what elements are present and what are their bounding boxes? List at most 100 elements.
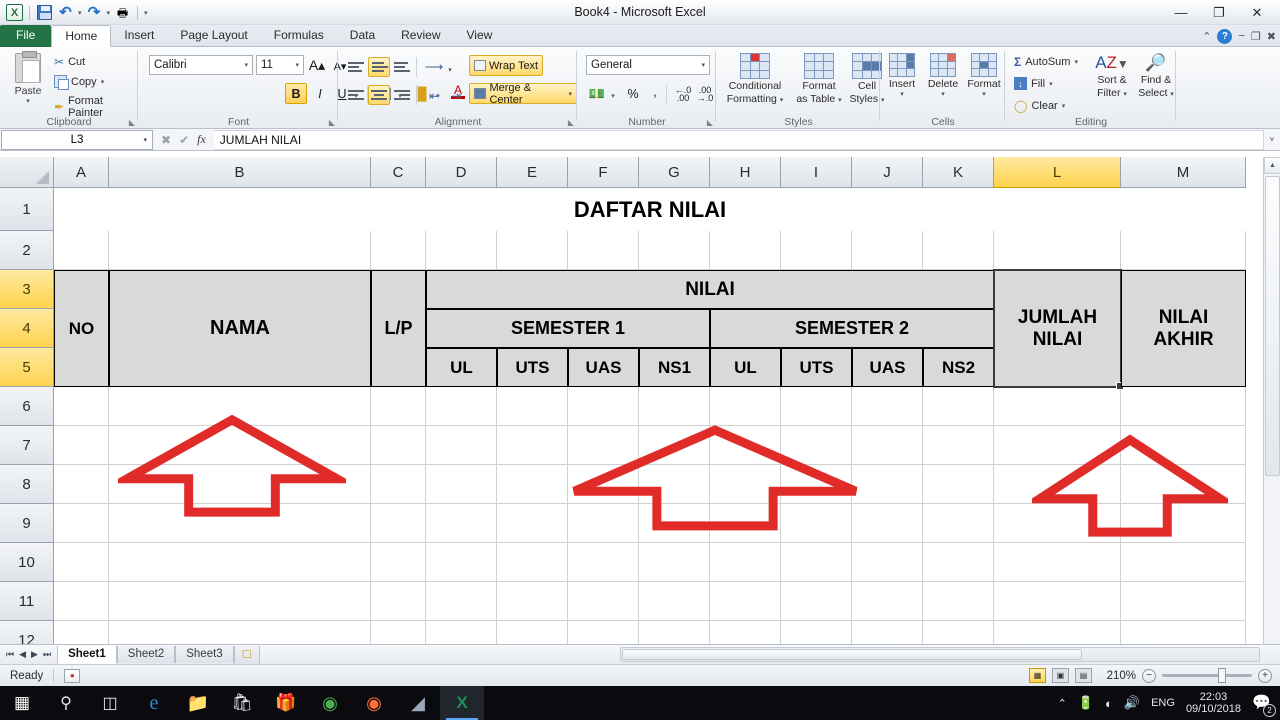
table-header-ns2[interactable]: NS2	[923, 348, 994, 387]
gift-app-icon[interactable]: 🎁	[264, 686, 308, 720]
column-header-F[interactable]: F	[568, 157, 639, 188]
cell-G2[interactable]	[639, 231, 710, 270]
autosum-button[interactable]: Σ AutoSum ▾	[1014, 55, 1078, 69]
chrome-icon[interactable]: ◉	[308, 686, 352, 720]
minimize-workbook-icon[interactable]: −	[1238, 30, 1244, 42]
copy-button[interactable]: Copy ▾	[54, 75, 104, 90]
row-header-12[interactable]: 12	[0, 621, 54, 644]
cell-J11[interactable]	[852, 582, 923, 621]
cell-M8[interactable]	[1121, 465, 1246, 504]
column-header-A[interactable]: A	[54, 157, 109, 188]
expand-formula-bar-icon[interactable]: ˅	[1264, 135, 1280, 144]
cell-F6[interactable]	[568, 387, 639, 426]
cut-button[interactable]: ✂ Cut	[54, 55, 85, 69]
delete-cells-dropdown-icon[interactable]: ▾	[941, 90, 945, 98]
percent-style-button[interactable]: %	[622, 83, 644, 104]
paste-dropdown-icon[interactable]: ▾	[26, 97, 30, 105]
column-header-B[interactable]: B	[109, 157, 371, 188]
cell-C7[interactable]	[371, 426, 426, 465]
edge-icon[interactable]: e	[132, 686, 176, 720]
column-header-J[interactable]: J	[852, 157, 923, 188]
font-name-input[interactable]: Calibri ▾	[149, 55, 253, 75]
cell-J6[interactable]	[852, 387, 923, 426]
record-macro-icon[interactable]: ●	[64, 668, 81, 683]
zoom-slider[interactable]	[1162, 668, 1252, 683]
row-header-4[interactable]: 4	[0, 309, 54, 348]
increase-indent-icon[interactable]: ⇥	[445, 85, 467, 106]
cell-A12[interactable]	[54, 621, 109, 644]
cell-G9[interactable]	[639, 504, 710, 543]
cell-E9[interactable]	[497, 504, 568, 543]
paste-button[interactable]: Paste ▾	[6, 51, 50, 113]
start-button[interactable]: ▦	[0, 686, 44, 720]
cell-J10[interactable]	[852, 543, 923, 582]
cell-D11[interactable]	[426, 582, 497, 621]
cell-D8[interactable]	[426, 465, 497, 504]
notifications-icon[interactable]: 💬 2	[1252, 693, 1276, 717]
align-top-button[interactable]	[345, 57, 367, 77]
scroll-up-button[interactable]: ▲	[1264, 157, 1280, 174]
cell-F11[interactable]	[568, 582, 639, 621]
cell-J8[interactable]	[852, 465, 923, 504]
cell-F9[interactable]	[568, 504, 639, 543]
cell-C12[interactable]	[371, 621, 426, 644]
cell-D9[interactable]	[426, 504, 497, 543]
row-header-6[interactable]: 6	[0, 387, 54, 426]
cell-G6[interactable]	[639, 387, 710, 426]
cell-L2[interactable]	[994, 231, 1121, 270]
cell-A2[interactable]	[54, 231, 109, 270]
align-middle-button[interactable]	[368, 57, 390, 77]
microsoft-store-icon[interactable]: 🛍	[220, 686, 264, 720]
number-dialog-launcher[interactable]: ◣	[707, 118, 713, 127]
close-button[interactable]: ✕	[1238, 1, 1276, 25]
name-box[interactable]: L3 ▾	[1, 129, 153, 150]
table-header-ul[interactable]: UL	[710, 348, 781, 387]
cell-G8[interactable]	[639, 465, 710, 504]
cell-E6[interactable]	[497, 387, 568, 426]
search-icon[interactable]: ⚲	[44, 686, 88, 720]
italic-button[interactable]: I	[309, 83, 331, 104]
align-right-button[interactable]	[391, 85, 413, 105]
accounting-dropdown-icon[interactable]: ▾	[608, 85, 618, 106]
close-workbook-icon[interactable]: ✖	[1267, 30, 1276, 43]
cell-C2[interactable]	[371, 231, 426, 270]
cell-M9[interactable]	[1121, 504, 1246, 543]
row-header-8[interactable]: 8	[0, 465, 54, 504]
cell-D2[interactable]	[426, 231, 497, 270]
cell-L9[interactable]	[994, 504, 1121, 543]
column-header-D[interactable]: D	[426, 157, 497, 188]
cell-D7[interactable]	[426, 426, 497, 465]
cell-H7[interactable]	[710, 426, 781, 465]
cell-M10[interactable]	[1121, 543, 1246, 582]
autosum-dropdown-icon[interactable]: ▾	[1074, 58, 1078, 66]
column-header-C[interactable]: C	[371, 157, 426, 188]
cell-C10[interactable]	[371, 543, 426, 582]
cell-H2[interactable]	[710, 231, 781, 270]
row-header-7[interactable]: 7	[0, 426, 54, 465]
tab-insert[interactable]: Insert	[111, 25, 167, 47]
row-header-5[interactable]: 5	[0, 348, 54, 387]
cell-L11[interactable]	[994, 582, 1121, 621]
cell-K8[interactable]	[923, 465, 994, 504]
table-header-no[interactable]: NO	[54, 270, 109, 387]
cell-H6[interactable]	[710, 387, 781, 426]
comma-style-button[interactable]: ,	[644, 81, 666, 102]
cell-L10[interactable]	[994, 543, 1121, 582]
cell-K9[interactable]	[923, 504, 994, 543]
cell-C8[interactable]	[371, 465, 426, 504]
chevron-down-icon[interactable]: ▾	[701, 61, 705, 69]
cell-H9[interactable]	[710, 504, 781, 543]
cell-D10[interactable]	[426, 543, 497, 582]
conditional-formatting-button[interactable]: Conditional Formatting ▾	[719, 53, 791, 106]
cell-I11[interactable]	[781, 582, 852, 621]
cell-I7[interactable]	[781, 426, 852, 465]
row-header-10[interactable]: 10	[0, 543, 54, 582]
cell-E2[interactable]	[497, 231, 568, 270]
cell-G7[interactable]	[639, 426, 710, 465]
horizontal-scrollbar[interactable]	[620, 647, 1260, 662]
insert-cells-dropdown-icon[interactable]: ▾	[900, 90, 904, 98]
cell-J12[interactable]	[852, 621, 923, 644]
cell-D12[interactable]	[426, 621, 497, 644]
task-view-icon[interactable]: ◫	[88, 686, 132, 720]
tab-home[interactable]: Home	[51, 25, 112, 47]
